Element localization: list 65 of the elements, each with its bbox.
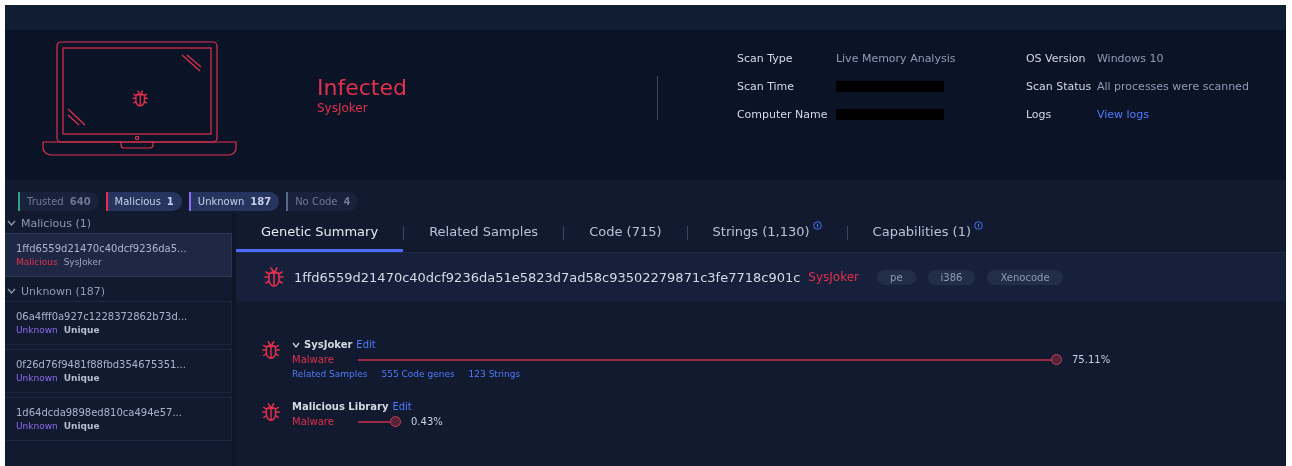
- sample-status: Unknown: [16, 373, 58, 383]
- info-value: All processes were scanned: [1096, 79, 1249, 93]
- filter-chip[interactable]: No Code 4: [286, 192, 359, 211]
- chevron-icon[interactable]: [7, 288, 16, 294]
- tab[interactable]: Code (715): [564, 213, 687, 252]
- sample-item[interactable]: 1ffd6559d21470c40dcf9236da5... Malicious SysJoker: [5, 233, 232, 277]
- gene-type: Malware: [292, 416, 335, 427]
- sample-tag: SysJoker: [63, 257, 102, 267]
- gene-link[interactable]: 555 Code genes: [381, 369, 455, 379]
- filter-chip[interactable]: Trusted 640: [18, 192, 99, 211]
- tab[interactable]: Related Samples: [404, 213, 564, 252]
- info-value: Windows 10: [1096, 51, 1165, 65]
- gene-name: Malicious Library: [292, 401, 389, 412]
- gene-name: SysJoker: [304, 339, 353, 350]
- sample-hash: 0f26d76f9481f88fbd354675351...: [16, 359, 187, 370]
- similarity-reading: 75.11%: [1072, 354, 1111, 365]
- tab[interactable]: Strings (1,130): [687, 213, 847, 252]
- sample-item[interactable]: 0f26d76f9481f88fbd354675351... Unknown Unique: [5, 349, 232, 393]
- status-title: Infected: [317, 75, 407, 101]
- sample-tag: Unique: [63, 421, 100, 431]
- gene-type: Malware: [292, 354, 335, 365]
- sample-item[interactable]: 1d64dcda9898ed810ca494e57... Unknown Unique: [5, 397, 232, 441]
- slider-knob: [390, 416, 401, 427]
- sample-hash: 1ffd6559d21470c40dcf9236da51e5823d7ad58c93502279871c3fe7718c901c: [294, 269, 801, 285]
- info-label: Scan Time: [736, 79, 796, 93]
- sample-hash: 1ffd6559d21470c40dcf9236da5...: [16, 243, 188, 254]
- filter-chip[interactable]: Malicious 1: [105, 192, 182, 211]
- tag-pill: pe: [877, 269, 916, 285]
- filter-chip[interactable]: Unknown 187: [188, 192, 280, 211]
- tag-pill: i386: [927, 269, 976, 285]
- sample-status: Unknown: [16, 421, 58, 431]
- group-title: Unknown (187): [21, 284, 106, 298]
- group-title: Malicious (1): [21, 216, 91, 230]
- info-label: OS Version: [1025, 51, 1087, 65]
- info-icon: [812, 220, 822, 230]
- similarity-reading: 0.43%: [411, 416, 443, 427]
- sample-tag: Unique: [63, 325, 100, 335]
- similarity-bar: [358, 420, 392, 423]
- chevron-icon[interactable]: [292, 341, 300, 348]
- info-icon: [974, 220, 983, 230]
- bug-icon: [260, 401, 282, 423]
- sample-status: Unknown: [16, 325, 58, 335]
- bug-icon: [260, 339, 282, 361]
- sample-status: Malicious: [16, 257, 58, 267]
- sample-hash: 06a4fff0a927c1228372862b73d...: [16, 311, 189, 322]
- sample-hash: 1d64dcda9898ed810ca494e57...: [16, 407, 183, 418]
- info-value: Live Memory Analysis: [835, 51, 957, 65]
- family-name: SysJoker: [317, 101, 369, 115]
- edit-link[interactable]: Edit: [356, 339, 376, 350]
- tag-pill: Xenocode: [987, 269, 1063, 285]
- tab[interactable]: Capabilities (1): [847, 213, 1008, 252]
- chevron-icon[interactable]: [7, 220, 16, 226]
- view-logs-link[interactable]: View logs: [1096, 107, 1249, 121]
- bug-icon: [262, 265, 286, 289]
- gene-link[interactable]: Related Samples: [292, 369, 368, 379]
- info-label: Scan Status: [1025, 79, 1093, 93]
- info-label: Scan Type: [736, 51, 794, 65]
- info-label: Logs: [1025, 107, 1053, 121]
- sample-item[interactable]: 06a4fff0a927c1228372862b73d... Unknown Unique: [5, 301, 232, 345]
- gene-link[interactable]: 123 Strings: [468, 369, 521, 379]
- family-name: SysJoker: [808, 270, 860, 284]
- info-label: Computer Name: [736, 107, 829, 121]
- sample-tag: Unique: [63, 373, 100, 383]
- edit-link[interactable]: Edit: [392, 401, 412, 412]
- slider-knob: [1051, 354, 1062, 365]
